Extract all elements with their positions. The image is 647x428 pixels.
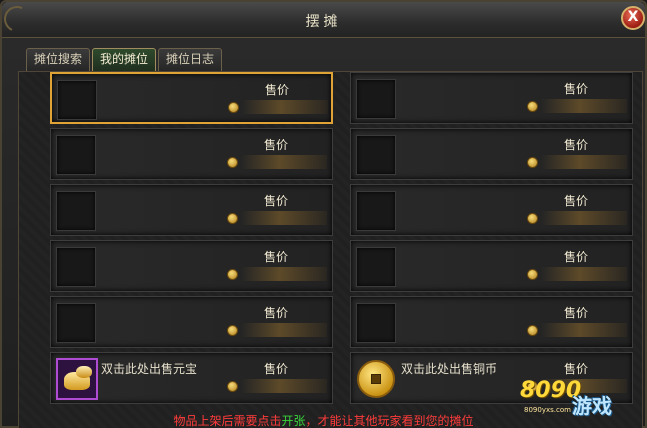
item-icon-slot[interactable] (56, 247, 96, 287)
title-bar[interactable]: 摆摊 X (0, 2, 645, 38)
stall-slot-10[interactable]: 售价 (350, 296, 633, 348)
stall-slot-9[interactable]: 售价 (50, 296, 333, 348)
coin-icon (227, 157, 238, 168)
price-label: 售价 (564, 82, 589, 96)
price-label: 售价 (564, 194, 589, 208)
sell-copper-coin-label: 双击此处出售铜币 (401, 362, 498, 376)
stall-slot-3[interactable]: 售价 (50, 128, 333, 180)
price-field[interactable] (241, 211, 327, 225)
item-icon-slot[interactable] (56, 303, 96, 343)
stall-slot-5[interactable]: 售价 (50, 184, 333, 236)
stall-slot-2[interactable]: 售价 (350, 72, 633, 124)
tab-stall-log[interactable]: 摊位日志 (158, 48, 223, 71)
coin-icon (227, 269, 238, 280)
price-field[interactable] (241, 155, 327, 169)
coin-icon (527, 269, 538, 280)
price-label: 售价 (264, 250, 289, 264)
price-field[interactable] (541, 323, 627, 337)
item-icon-slot[interactable] (356, 79, 396, 119)
item-icon-slot[interactable] (56, 191, 96, 231)
tab-bar: 摊位搜索 我的摊位 摊位日志 (26, 48, 223, 72)
price-label: 售价 (564, 306, 589, 320)
price-field[interactable] (241, 379, 327, 393)
hint-open-highlight: 开张 (281, 414, 306, 428)
sell-gold-ingot-label: 双击此处出售元宝 (101, 362, 198, 376)
item-icon-slot[interactable] (356, 247, 396, 287)
price-label: 售价 (564, 138, 589, 152)
watermark-url: 8090yxs.com (524, 406, 571, 414)
price-field[interactable] (241, 323, 327, 337)
price-field[interactable] (541, 211, 627, 225)
sell-gold-ingot-slot[interactable]: 双击此处出售元宝 售价 (50, 352, 333, 404)
watermark-text: 游戏 (572, 394, 612, 418)
price-label: 售价 (265, 83, 290, 97)
item-icon-slot[interactable] (356, 303, 396, 343)
gold-ingot-icon[interactable] (56, 358, 98, 400)
coin-icon (527, 101, 538, 112)
price-label: 售价 (564, 362, 589, 376)
coin-icon (227, 381, 238, 392)
coin-icon (527, 325, 538, 336)
tab-stall-search[interactable]: 摊位搜索 (26, 48, 91, 71)
price-label: 售价 (264, 138, 289, 152)
window-title: 摆摊 (305, 14, 342, 30)
price-field[interactable] (242, 100, 328, 114)
copper-coin-icon[interactable] (357, 360, 395, 398)
price-field[interactable] (241, 267, 327, 281)
price-label: 售价 (264, 194, 289, 208)
stall-slot-7[interactable]: 售价 (50, 240, 333, 292)
price-label: 售价 (564, 250, 589, 264)
hint-text-after: ，才能让其他玩家看到您的摊位 (305, 414, 474, 428)
coin-icon (228, 102, 239, 113)
price-field[interactable] (541, 155, 627, 169)
tab-my-stall[interactable]: 我的摊位 (92, 48, 157, 71)
price-label: 售价 (264, 362, 289, 376)
stall-slot-8[interactable]: 售价 (350, 240, 633, 292)
item-icon-slot[interactable] (57, 80, 97, 120)
hint-text-before: 物品上架后需要点击 (173, 414, 282, 428)
coin-icon (527, 157, 538, 168)
close-button[interactable]: X (621, 6, 645, 30)
site-watermark-logo: 8090 8090yxs.com 游戏 (520, 378, 640, 424)
stall-slot-6[interactable]: 售价 (350, 184, 633, 236)
coin-icon (527, 213, 538, 224)
item-icon-slot[interactable] (356, 135, 396, 175)
coin-icon (227, 325, 238, 336)
price-label: 售价 (264, 306, 289, 320)
price-field[interactable] (541, 99, 627, 113)
coin-icon (227, 213, 238, 224)
price-field[interactable] (541, 267, 627, 281)
item-icon-slot[interactable] (56, 135, 96, 175)
stall-slot-4[interactable]: 售价 (350, 128, 633, 180)
item-icon-slot[interactable] (356, 191, 396, 231)
stall-slot-1[interactable]: 售价 (50, 72, 333, 124)
